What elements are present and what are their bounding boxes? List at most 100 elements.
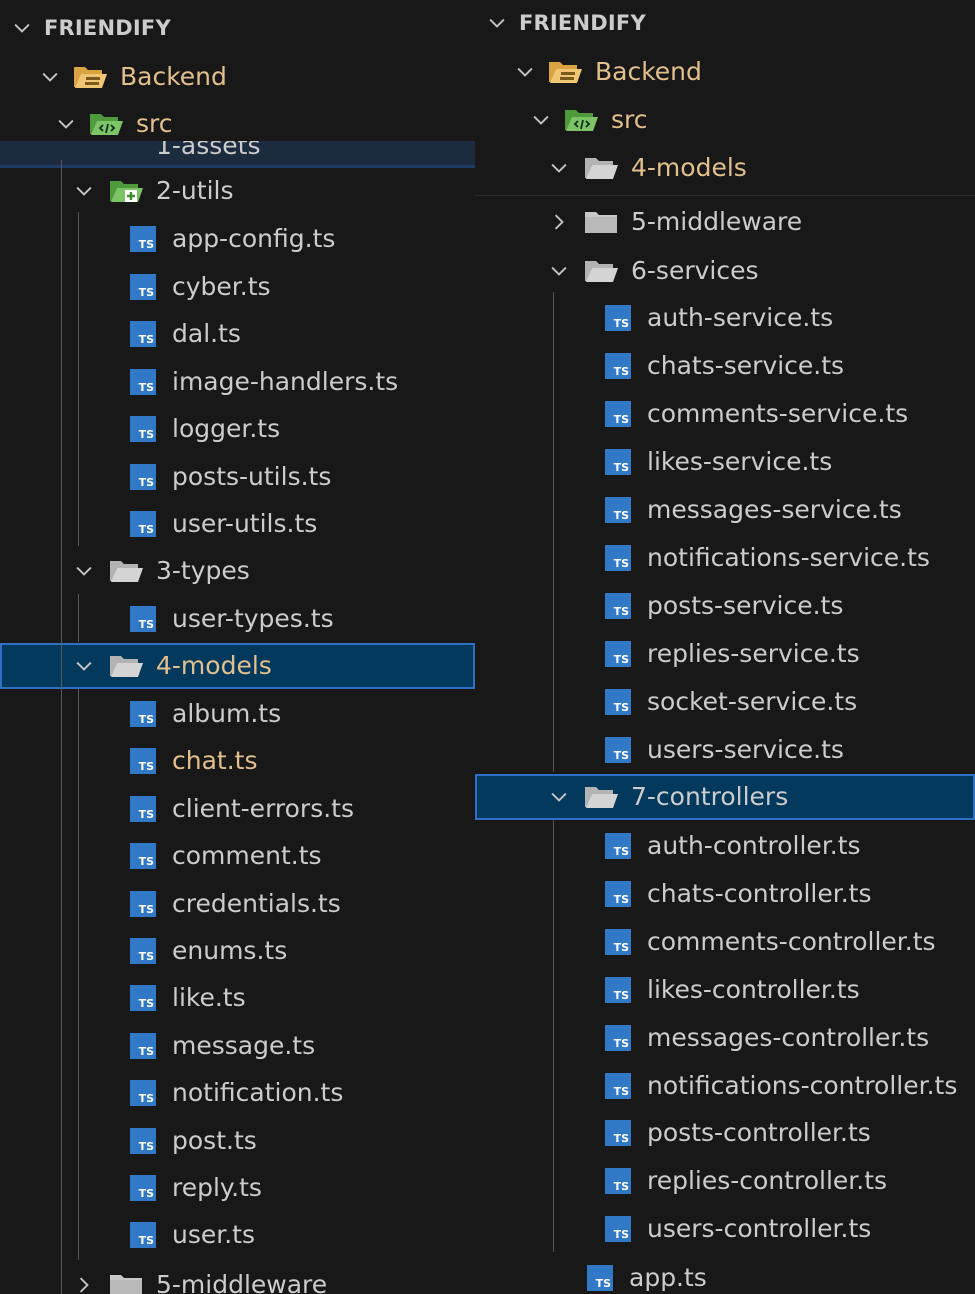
file-label: post.ts xyxy=(172,1125,257,1155)
file-item[interactable]: TS post.ts xyxy=(0,1118,475,1164)
file-app[interactable]: TS app.ts xyxy=(475,1255,975,1294)
file-item[interactable]: TS like.ts xyxy=(0,975,475,1021)
file-label: messages-controller.ts xyxy=(647,1022,930,1052)
typescript-file-icon: TS xyxy=(605,305,631,331)
folder-src[interactable]: src xyxy=(475,97,975,143)
src-folder-icon xyxy=(563,106,599,134)
folder-5-middleware[interactable]: 5-middleware xyxy=(475,199,975,245)
folder-3-types[interactable]: 3-types xyxy=(0,548,475,594)
folder-label: 1-assets xyxy=(156,141,261,160)
chevron-down-icon[interactable] xyxy=(70,177,98,205)
chevron-right-icon[interactable] xyxy=(70,1271,98,1294)
file-label: notification.ts xyxy=(172,1078,344,1108)
typescript-file-icon: TS xyxy=(605,641,631,667)
file-label: user.ts xyxy=(172,1220,256,1250)
file-item[interactable]: TS app-config.ts xyxy=(0,216,475,262)
folder-icon xyxy=(583,208,619,236)
chevron-down-icon[interactable] xyxy=(70,557,98,585)
backend-folder-icon xyxy=(72,63,108,91)
file-item[interactable]: TS comments-service.ts xyxy=(475,391,975,437)
file-label: likes-service.ts xyxy=(647,447,833,476)
chevron-down-icon[interactable] xyxy=(70,652,98,680)
file-item[interactable]: TS notification.ts xyxy=(0,1070,475,1116)
typescript-file-icon: TS xyxy=(605,737,631,763)
chevron-down-icon[interactable] xyxy=(8,14,36,42)
folder-6-services[interactable]: 6-services xyxy=(475,248,975,294)
folder-backend[interactable]: Backend xyxy=(0,54,475,100)
file-item[interactable]: TS messages-service.ts xyxy=(475,487,975,533)
file-item[interactable]: TS user-utils.ts xyxy=(0,501,475,547)
chevron-down-icon[interactable] xyxy=(545,783,573,811)
file-item[interactable]: TS comment.ts xyxy=(0,833,475,879)
chevron-down-icon[interactable] xyxy=(483,9,511,37)
folder-assets-partial[interactable]: 1-assets xyxy=(0,141,475,168)
file-item[interactable]: TS reply.ts xyxy=(0,1165,475,1211)
typescript-file-icon: TS xyxy=(130,1222,156,1249)
folder-7-controllers[interactable]: 7-controllers xyxy=(475,774,975,820)
folder-label: 6-services xyxy=(631,256,759,285)
explorer-root-header[interactable]: FRIENDIFY xyxy=(475,0,975,46)
indent-guide xyxy=(78,689,79,1260)
file-item[interactable]: TS message.ts xyxy=(0,1023,475,1069)
folder-open-icon xyxy=(583,783,619,811)
file-item[interactable]: TS messages-controller.ts xyxy=(475,1015,975,1061)
folder-label: src xyxy=(611,105,648,134)
file-item[interactable]: TS likes-service.ts xyxy=(475,439,975,485)
file-item[interactable]: TS client-errors.ts xyxy=(0,786,475,832)
chevron-down-icon[interactable] xyxy=(52,110,80,138)
file-item[interactable]: TS posts-utils.ts xyxy=(0,454,475,500)
file-label: user-types.ts xyxy=(172,604,334,633)
folder-4-models[interactable]: 4-models xyxy=(0,643,475,689)
folder-4-models[interactable]: 4-models xyxy=(475,145,975,191)
folder-backend[interactable]: Backend xyxy=(475,49,975,95)
file-item[interactable]: TS credentials.ts xyxy=(0,881,475,927)
file-item[interactable]: TS cyber.ts xyxy=(0,264,475,310)
typescript-file-icon: TS xyxy=(130,463,156,490)
typescript-file-icon: TS xyxy=(130,1080,156,1107)
file-item[interactable]: TS replies-service.ts xyxy=(475,631,975,677)
file-label: enums.ts xyxy=(172,936,288,965)
file-item[interactable]: TS notifications-service.ts xyxy=(475,535,975,581)
chevron-down-icon[interactable] xyxy=(545,154,573,182)
chevron-down-icon[interactable] xyxy=(511,58,539,86)
file-label: credentials.ts xyxy=(172,888,341,918)
file-item[interactable]: TS users-service.ts xyxy=(475,727,975,773)
file-item[interactable]: TS user.ts xyxy=(0,1212,475,1258)
file-item[interactable]: TS image-handlers.ts xyxy=(0,359,475,405)
file-label: posts-utils.ts xyxy=(172,461,332,491)
typescript-file-icon: TS xyxy=(605,353,631,379)
folder-open-icon xyxy=(108,652,144,680)
chevron-down-icon[interactable] xyxy=(545,257,573,285)
file-item[interactable]: TS auth-controller.ts xyxy=(475,823,975,869)
chevron-down-icon[interactable] xyxy=(527,106,555,134)
file-item[interactable]: TS dal.ts xyxy=(0,311,475,357)
folder-label: 5-middleware xyxy=(156,1270,328,1294)
file-item[interactable]: TS posts-controller.ts xyxy=(475,1110,975,1156)
typescript-file-icon: TS xyxy=(130,226,156,252)
file-item[interactable]: TS chat.ts xyxy=(0,738,475,784)
file-item[interactable]: TS replies-controller.ts xyxy=(475,1158,975,1204)
typescript-file-icon: TS xyxy=(605,1216,631,1243)
indent-guide xyxy=(78,594,79,642)
file-item[interactable]: TS user-types.ts xyxy=(0,596,475,642)
chevron-right-icon[interactable] xyxy=(545,208,573,236)
file-label: client-errors.ts xyxy=(172,793,355,823)
chevron-down-icon[interactable] xyxy=(36,63,64,91)
file-item[interactable]: TS notifications-controller.ts xyxy=(475,1063,975,1109)
file-item[interactable]: TS users-controller.ts xyxy=(475,1206,975,1252)
file-item[interactable]: TS chats-service.ts xyxy=(475,343,975,389)
file-item[interactable]: TS comments-controller.ts xyxy=(475,919,975,965)
folder-5-middleware-partial[interactable]: 5-middleware xyxy=(0,1262,475,1294)
file-item[interactable]: TS album.ts xyxy=(0,691,475,737)
file-label: cyber.ts xyxy=(172,271,271,301)
explorer-root-header[interactable]: FRIENDIFY xyxy=(0,5,475,51)
file-item[interactable]: TS auth-service.ts xyxy=(475,295,975,341)
file-item[interactable]: TS enums.ts xyxy=(0,928,475,974)
file-item[interactable]: TS posts-service.ts xyxy=(475,583,975,629)
file-item[interactable]: TS socket-service.ts xyxy=(475,679,975,725)
folder-2-utils[interactable]: 2-utils xyxy=(0,168,475,214)
folder-label: 5-middleware xyxy=(631,207,803,236)
file-item[interactable]: TS likes-controller.ts xyxy=(475,967,975,1013)
file-item[interactable]: TS chats-controller.ts xyxy=(475,871,975,917)
file-item[interactable]: TS logger.ts xyxy=(0,406,475,452)
